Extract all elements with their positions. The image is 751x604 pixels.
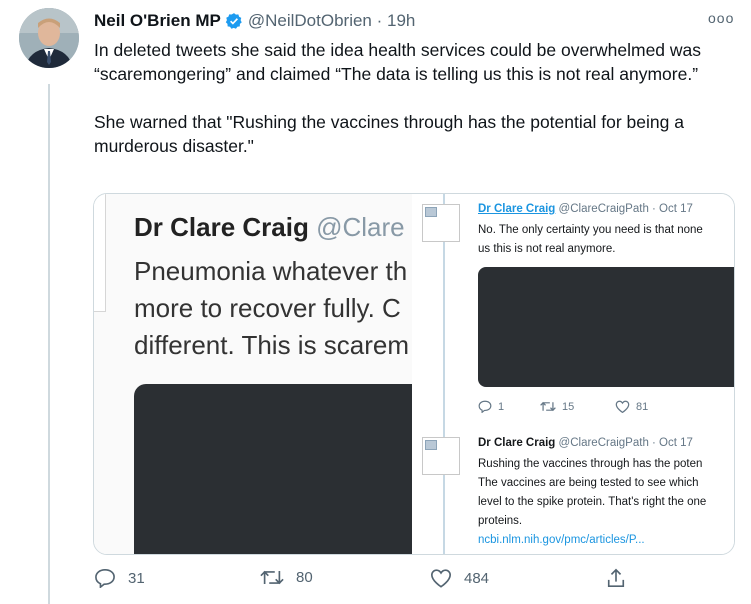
tweet-paragraph: In deleted tweets she said the idea heal… xyxy=(94,40,702,84)
screenshot-left: Dr Clare Craig @Clare Pneumonia whatever… xyxy=(94,194,434,554)
retweet-count: 80 xyxy=(296,569,313,586)
thread-connector xyxy=(443,194,445,554)
heart-icon xyxy=(615,400,630,413)
screenshot-right: Dr Clare Craig @ClareCraigPath · Oct 17 … xyxy=(412,194,734,554)
embedded-text: The vaccines are being tested to see whi… xyxy=(478,477,699,489)
embedded-dark-media xyxy=(478,267,734,387)
avatar[interactable] xyxy=(19,8,79,68)
broken-image-icon xyxy=(422,204,460,242)
broken-image-icon xyxy=(422,437,460,475)
screenshot-author-name: Dr Clare Craig xyxy=(134,212,309,242)
embedded-actions: 1 15 81 xyxy=(478,400,648,413)
embedded-retweet: 15 xyxy=(540,400,615,413)
retweet-icon xyxy=(540,401,556,412)
screenshot-line: more to recover fully. C xyxy=(134,293,401,323)
embedded-link: ncbi.nlm.nih.gov/pmc/articles/P... xyxy=(478,534,645,546)
thread-line xyxy=(48,84,50,604)
like-count: 484 xyxy=(464,569,490,587)
share-button[interactable] xyxy=(606,568,638,588)
embedded-text: level to the spike protein. That's right… xyxy=(478,496,707,508)
embedded-reply-count: 1 xyxy=(498,400,505,413)
author-name[interactable]: Neil O'Brien MP xyxy=(94,11,221,31)
like-button[interactable]: 484 xyxy=(430,568,489,588)
screenshot-author-handle: @Clare xyxy=(316,212,405,242)
reply-icon xyxy=(478,400,492,413)
share-icon xyxy=(607,568,625,587)
screenshot-dark-media xyxy=(134,384,434,554)
screenshot-author: Dr Clare Craig @Clare xyxy=(134,212,405,243)
embedded-reply: 1 xyxy=(478,400,540,413)
heart-icon xyxy=(431,569,451,588)
more-icon[interactable]: ooo xyxy=(708,10,734,26)
embedded-like-count: 81 xyxy=(636,400,649,413)
reply-icon xyxy=(95,568,115,588)
screenshot-line: Pneumonia whatever th xyxy=(134,256,408,286)
screenshot-line: different. This is scarem xyxy=(134,330,410,360)
embedded-tweet-header: Dr Clare Craig @ClareCraigPath · Oct 17 xyxy=(478,203,693,215)
embedded-meta: @ClareCraigPath · Oct 17 xyxy=(558,203,693,215)
embedded-text: us this is not real anymore. xyxy=(478,243,616,255)
embedded-author-name: Dr Clare Craig xyxy=(478,437,556,449)
embedded-tweet-header: Dr Clare Craig @ClareCraigPath · Oct 17 xyxy=(478,437,693,449)
handle-time[interactable]: @NeilDotObrien · 19h xyxy=(248,11,416,31)
tweet-paragraph: She warned that "Rushing the vaccines th… xyxy=(94,112,684,156)
embedded-author-name: Dr Clare Craig xyxy=(478,203,556,215)
embedded-like: 81 xyxy=(615,400,648,413)
tweet-text: In deleted tweets she said the idea heal… xyxy=(94,38,739,158)
embedded-text: No. The only certainty you need is that … xyxy=(478,224,703,236)
retweet-icon xyxy=(260,570,284,585)
reply-button[interactable]: 31 xyxy=(94,568,145,588)
embedded-text: proteins. xyxy=(478,515,523,527)
media-image[interactable]: Dr Clare Craig @Clare Pneumonia whatever… xyxy=(93,193,735,555)
verified-badge-icon xyxy=(225,12,243,30)
retweet-button[interactable]: 80 xyxy=(260,568,313,587)
avatar-image xyxy=(19,8,79,68)
embedded-meta: @ClareCraigPath · Oct 17 xyxy=(558,437,693,449)
embedded-retweet-count: 15 xyxy=(562,400,575,413)
embedded-text: Rushing the vaccines through has the pot… xyxy=(478,458,703,470)
reply-count: 31 xyxy=(128,569,145,587)
screenshot-edge xyxy=(94,194,106,312)
tweet-header: Neil O'Brien MP @NeilDotObrien · 19h xyxy=(94,10,415,32)
